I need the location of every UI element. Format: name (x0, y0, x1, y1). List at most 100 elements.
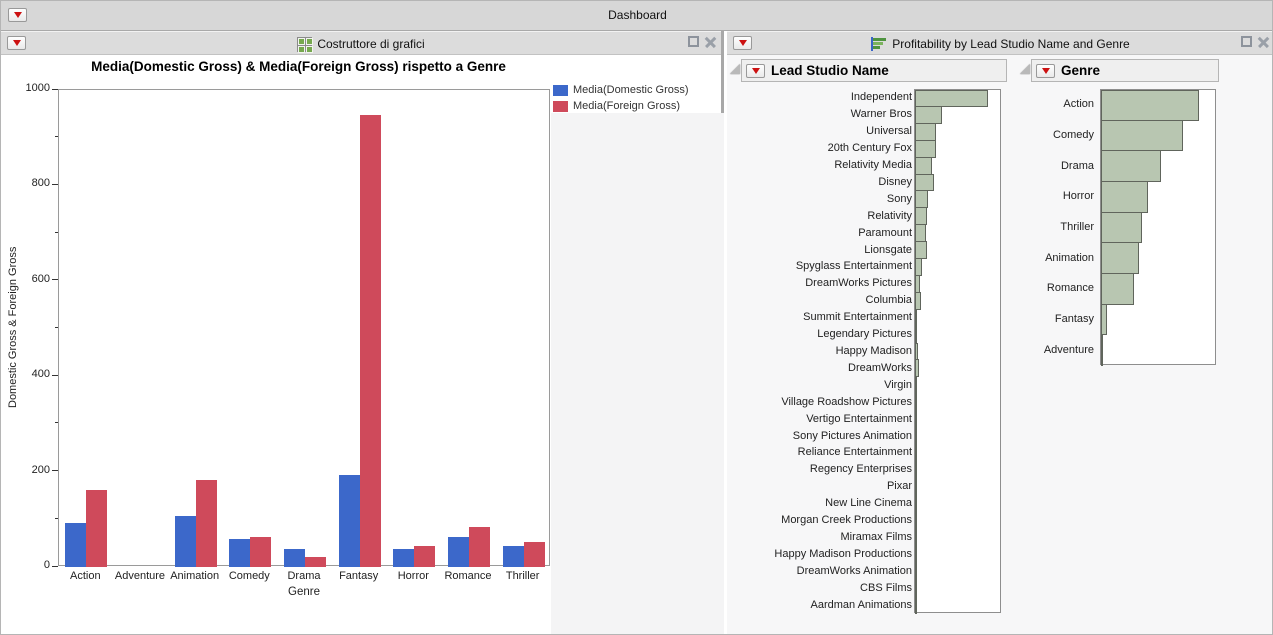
maximize-icon[interactable] (1241, 36, 1252, 47)
dashboard-title: Dashboard (1, 8, 1273, 22)
category-label: Village Roadshow Pictures (727, 393, 912, 410)
legend-swatch-foreign (553, 101, 568, 112)
bar-domestic-Comedy[interactable] (229, 539, 250, 567)
bar-Reliance Entertainment[interactable] (915, 444, 917, 462)
bar-Drama[interactable] (1101, 150, 1161, 182)
bar-domestic-Action[interactable] (65, 523, 86, 567)
bar-Relativity[interactable] (915, 207, 927, 225)
bar-DreamWorks[interactable] (915, 359, 919, 377)
bar-Universal[interactable] (915, 123, 936, 141)
bar-Village Roadshow Pictures[interactable] (915, 393, 917, 411)
bar-Lionsgate[interactable] (915, 241, 927, 259)
collapse-triangle-icon[interactable] (730, 64, 740, 74)
close-icon[interactable] (1258, 36, 1269, 47)
maximize-icon[interactable] (688, 36, 699, 47)
bar-Regency Enterprises[interactable] (915, 461, 917, 479)
bar-domestic-Drama[interactable] (284, 549, 305, 567)
bar-Warner Bros[interactable] (915, 106, 942, 124)
dashboard-title-bar[interactable]: Dashboard (1, 1, 1273, 31)
bar-domestic-Horror[interactable] (393, 549, 414, 567)
profitability-red-triangle-button[interactable] (733, 36, 752, 50)
category-label: Thriller (994, 212, 1094, 243)
lead-studio-section-header[interactable]: Lead Studio Name (741, 59, 1007, 82)
bar-Disney[interactable] (915, 174, 934, 192)
genre-section-header[interactable]: Genre (1031, 59, 1219, 82)
bar-Action[interactable] (1101, 90, 1199, 121)
bar-Relativity Media[interactable] (915, 157, 932, 175)
bar-domestic-Romance[interactable] (448, 537, 469, 567)
category-label: Animation (994, 242, 1094, 273)
bar-domestic-Animation[interactable] (175, 516, 196, 567)
category-label: Action (994, 89, 1094, 120)
bar-domestic-Fantasy[interactable] (339, 475, 360, 567)
y-axis-tick (52, 375, 58, 376)
close-icon[interactable] (705, 36, 716, 47)
bar-New Line Cinema[interactable] (915, 495, 917, 513)
y-axis-tick (52, 184, 58, 185)
bar-foreign-Drama[interactable] (305, 557, 326, 567)
bar-Pixar[interactable] (915, 478, 917, 496)
x-axis-category-label: Horror (386, 570, 441, 582)
graph-builder-icon (297, 37, 312, 52)
x-axis-title[interactable]: Genre (58, 586, 550, 598)
bar-DreamWorks Animation[interactable] (915, 562, 917, 580)
category-label: Drama (994, 150, 1094, 181)
category-label: Disney (727, 174, 912, 191)
x-axis-category-label: Action (58, 570, 113, 582)
lead-studio-bar-chart[interactable] (914, 89, 1001, 613)
collapse-triangle-icon[interactable] (1020, 64, 1030, 74)
bar-Adventure[interactable] (1101, 334, 1103, 366)
y-axis-tick (55, 327, 58, 328)
genre-bar-chart[interactable] (1100, 89, 1216, 365)
bar-Sony Pictures Animation[interactable] (915, 427, 917, 445)
bar-foreign-Romance[interactable] (469, 527, 490, 567)
bar-Paramount[interactable] (915, 224, 926, 242)
y-axis-tick-label: 200 (1, 464, 50, 476)
bar-foreign-Thriller[interactable] (524, 542, 545, 567)
graph-builder-red-triangle-button[interactable] (7, 36, 26, 50)
bar-foreign-Comedy[interactable] (250, 537, 271, 567)
bar-domestic-Thriller[interactable] (503, 546, 524, 567)
bar-Spyglass Entertainment[interactable] (915, 258, 922, 276)
category-label: Independent (727, 89, 912, 106)
genre-red-triangle-button[interactable] (1036, 64, 1055, 78)
y-axis-tick-label: 600 (1, 273, 50, 285)
graph-builder-title: Costruttore di grafici (317, 37, 424, 51)
bar-Happy Madison[interactable] (915, 343, 918, 361)
chart-plot-area[interactable] (58, 89, 550, 566)
legend-item[interactable]: Media(Domestic Gross) (553, 82, 689, 98)
bar-Columbia[interactable] (915, 292, 921, 310)
bar-Horror[interactable] (1101, 181, 1148, 213)
bar-CBS Films[interactable] (915, 579, 917, 597)
graph-builder-header-bar[interactable]: Costruttore di grafici (1, 31, 721, 55)
bar-Romance[interactable] (1101, 273, 1134, 305)
bar-Happy Madison Productions[interactable] (915, 545, 917, 563)
bar-Morgan Creek Productions[interactable] (915, 512, 917, 530)
legend-item[interactable]: Media(Foreign Gross) (553, 98, 689, 114)
bar-foreign-Animation[interactable] (196, 480, 217, 567)
bar-Animation[interactable] (1101, 242, 1139, 274)
legend-swatch-domestic (553, 85, 568, 96)
bar-DreamWorks Pictures[interactable] (915, 275, 920, 293)
bar-Independent[interactable] (915, 90, 988, 107)
bar-Vertigo Entertainment[interactable] (915, 410, 917, 428)
category-label: 20th Century Fox (727, 140, 912, 157)
bar-Virgin[interactable] (915, 376, 917, 394)
bar-foreign-Fantasy[interactable] (360, 115, 381, 567)
bar-Summit Entertainment[interactable] (915, 309, 917, 327)
lead-studio-red-triangle-button[interactable] (746, 64, 765, 78)
bar-Aardman Animations[interactable] (915, 596, 917, 614)
bar-Legendary Pictures[interactable] (915, 326, 917, 344)
y-axis-title[interactable]: Domestic Gross & Foreign Gross (7, 89, 23, 566)
bar-Thriller[interactable] (1101, 212, 1142, 244)
chart-title: Media(Domestic Gross) & Media(Foreign Gr… (31, 59, 566, 74)
bar-Miramax Films[interactable] (915, 528, 917, 546)
bar-20th Century Fox[interactable] (915, 140, 936, 158)
y-axis-tick (55, 136, 58, 137)
bar-Comedy[interactable] (1101, 120, 1183, 152)
bar-Fantasy[interactable] (1101, 304, 1107, 336)
bar-foreign-Action[interactable] (86, 490, 107, 567)
bar-Sony[interactable] (915, 190, 928, 208)
bar-foreign-Horror[interactable] (414, 546, 435, 567)
profitability-header-bar[interactable]: Profitability by Lead Studio Name and Ge… (727, 31, 1273, 55)
